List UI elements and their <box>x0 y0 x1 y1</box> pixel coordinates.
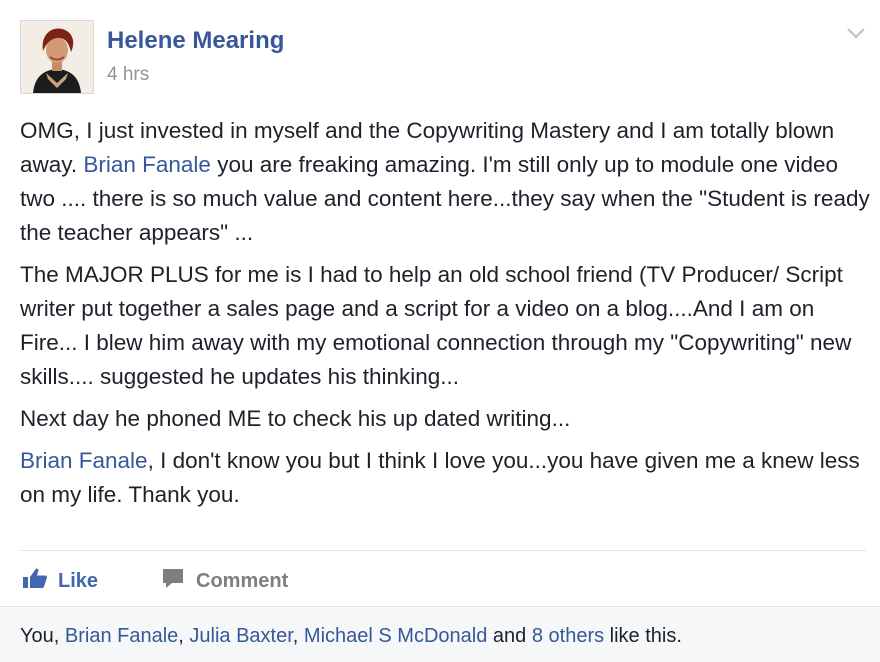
likes-and: and <box>492 625 527 647</box>
post-message: OMG, I just invested in myself and the C… <box>20 114 872 520</box>
post-paragraph: OMG, I just invested in myself and the C… <box>20 114 872 250</box>
post-timestamp[interactable]: 4 hrs <box>107 64 149 86</box>
author-name[interactable]: Helene Mearing <box>107 27 284 55</box>
likes-summary: You, Brian Fanale, Julia Baxter, Michael… <box>20 625 682 648</box>
chevron-down-icon[interactable] <box>846 26 866 40</box>
divider <box>20 550 866 551</box>
post-paragraph: The MAJOR PLUS for me is I had to help a… <box>20 262 852 389</box>
liker-link[interactable]: Brian Fanale <box>65 625 178 647</box>
likes-separator: , <box>292 625 299 647</box>
like-label: Like <box>58 569 99 592</box>
like-button[interactable]: Like <box>22 566 98 596</box>
profile-photo <box>21 21 93 93</box>
likes-summary-bar: You, Brian Fanale, Julia Baxter, Michael… <box>0 606 880 662</box>
likes-others-link[interactable]: 8 others <box>532 625 604 647</box>
comment-label: Comment <box>196 569 289 592</box>
comment-bubble-icon <box>160 566 186 596</box>
likes-separator: , <box>178 625 184 647</box>
liker-link[interactable]: Michael S McDonald <box>304 625 487 647</box>
thumbs-up-icon <box>22 567 48 595</box>
comment-button[interactable]: Comment <box>160 566 288 596</box>
post-paragraph: Brian Fanale, I don't know you but I thi… <box>20 444 872 512</box>
post-paragraph: Next day he phoned ME to check his up da… <box>20 406 571 431</box>
avatar[interactable] <box>20 20 94 94</box>
liker-link[interactable]: Julia Baxter <box>189 625 292 647</box>
mention-brian-fanale[interactable]: Brian Fanale <box>20 448 148 473</box>
mention-brian-fanale[interactable]: Brian Fanale <box>83 152 211 177</box>
feed-post: Helene Mearing 4 hrs OMG, I just investe… <box>0 0 880 662</box>
likes-suffix: like this. <box>609 625 682 647</box>
likes-you: You, <box>20 625 60 647</box>
